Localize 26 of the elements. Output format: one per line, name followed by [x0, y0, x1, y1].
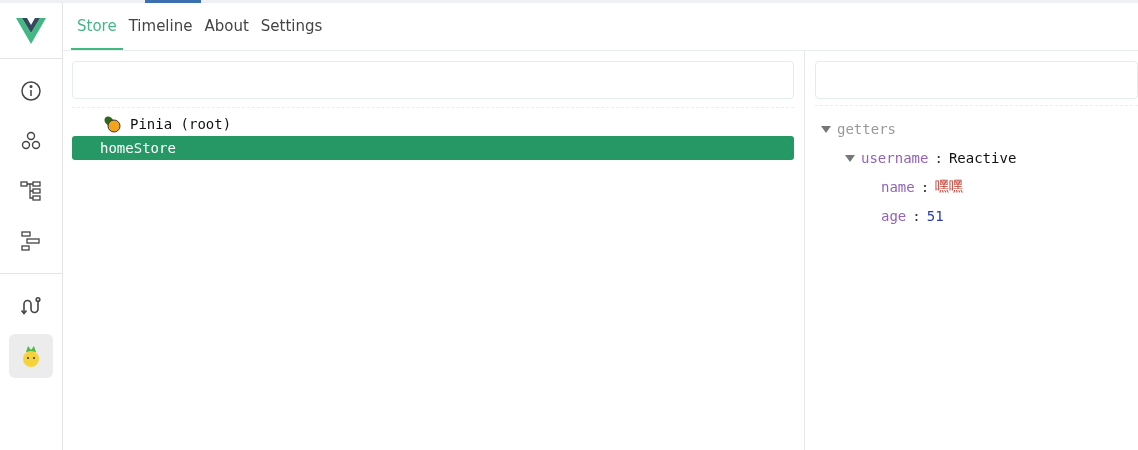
route-icon	[20, 295, 42, 317]
tab[interactable]: Settings	[254, 3, 329, 50]
state-search-field[interactable]	[815, 61, 1138, 99]
store-item[interactable]: homeStore	[72, 136, 794, 160]
colon: :	[934, 149, 943, 166]
caret-icon[interactable]	[845, 152, 855, 163]
vue-logo	[16, 17, 46, 44]
colon: :	[920, 178, 930, 195]
colon: :	[912, 207, 921, 224]
store-item[interactable]: Pinia (root)	[72, 112, 794, 136]
store-search-field[interactable]	[72, 61, 794, 99]
property-value: Reactive	[948, 149, 1017, 166]
group-label: getters	[837, 120, 896, 137]
property-value: 嘿嘿	[935, 177, 964, 196]
property-key: name	[881, 178, 915, 195]
tab[interactable]: About	[198, 3, 255, 50]
caret-icon[interactable]	[821, 123, 831, 134]
circles-icon	[20, 130, 42, 152]
property-value: 51	[926, 207, 944, 224]
top-indicator-bar	[145, 0, 201, 3]
tab[interactable]: Timeline	[122, 3, 199, 50]
property-key: age	[881, 207, 907, 224]
info-icon	[20, 80, 42, 102]
property-key: username	[861, 149, 929, 166]
tree-icon	[20, 180, 42, 202]
timeline-icon	[20, 230, 42, 252]
